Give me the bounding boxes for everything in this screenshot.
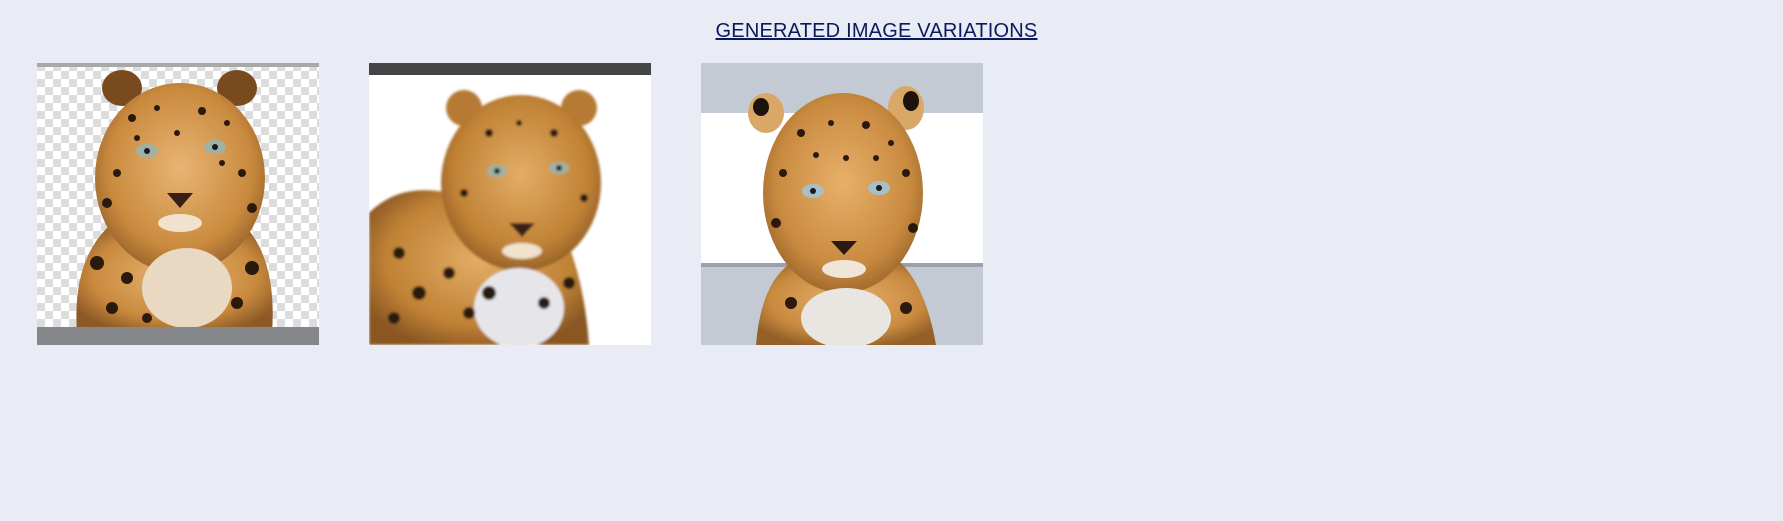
image-variation-1[interactable] (37, 63, 319, 345)
page-title-link[interactable]: GENERATED IMAGE VARIATIONS (716, 20, 1038, 42)
leopard-image (701, 63, 983, 345)
leopard-image (37, 63, 319, 345)
variations-page: GENERATED IMAGE VARIATIONS (0, 0, 1783, 521)
page-title[interactable]: GENERATED IMAGE VARIATIONS (0, 20, 1753, 43)
image-variation-3[interactable] (701, 63, 983, 345)
image-variation-2[interactable] (369, 63, 651, 345)
leopard-image (369, 63, 651, 345)
